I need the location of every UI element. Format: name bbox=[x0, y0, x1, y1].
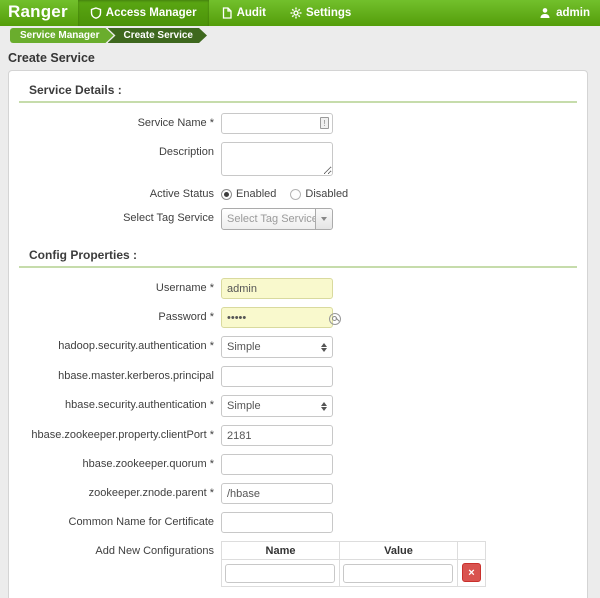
password-row: Password * bbox=[17, 307, 579, 328]
config-value-input[interactable] bbox=[343, 564, 453, 583]
enabled-radio[interactable] bbox=[221, 189, 232, 200]
description-row: Description bbox=[17, 142, 579, 176]
service-name-input[interactable] bbox=[221, 113, 333, 134]
service-name-label: Service Name * bbox=[17, 113, 214, 129]
hbase-auth-select[interactable]: Simple bbox=[221, 395, 333, 417]
autofill-icon[interactable]: ! bbox=[320, 117, 329, 129]
disabled-radio-option[interactable]: Disabled bbox=[290, 188, 348, 200]
service-name-row: Service Name * ! bbox=[17, 113, 579, 134]
disabled-radio[interactable] bbox=[290, 189, 301, 200]
username-row: Username * bbox=[17, 278, 579, 299]
table-header-row: Name Value bbox=[222, 542, 486, 560]
description-textarea[interactable] bbox=[221, 142, 333, 176]
user-icon bbox=[539, 7, 551, 19]
create-service-form: Service Details : Service Name * ! Descr… bbox=[8, 70, 588, 598]
quorum-row: hbase.zookeeper.quorum * bbox=[17, 454, 579, 475]
hadoop-auth-label: hadoop.security.authentication * bbox=[17, 336, 214, 352]
value-column-header: Value bbox=[340, 542, 458, 560]
tag-service-placeholder: Select Tag Service bbox=[222, 213, 315, 225]
znode-parent-row: zookeeper.znode.parent * bbox=[17, 483, 579, 504]
config-properties-heading: Config Properties : bbox=[17, 244, 579, 266]
tag-service-row: Select Tag Service Select Tag Service bbox=[17, 208, 579, 230]
username-label: Username * bbox=[17, 278, 214, 294]
nav-settings[interactable]: Settings bbox=[278, 0, 363, 26]
top-navbar: Ranger Access Manager Audit Settings adm… bbox=[0, 0, 600, 26]
new-configs-table: Name Value × bbox=[221, 541, 486, 587]
section-divider bbox=[19, 101, 577, 103]
quorum-input[interactable] bbox=[221, 454, 333, 475]
hadoop-auth-row: hadoop.security.authentication * Simple bbox=[17, 336, 579, 358]
active-status-row: Active Status Enabled Disabled bbox=[17, 184, 579, 200]
nav-audit[interactable]: Audit bbox=[209, 0, 278, 26]
disabled-label: Disabled bbox=[305, 188, 348, 200]
username-input[interactable] bbox=[221, 278, 333, 299]
client-port-row: hbase.zookeeper.property.clientPort * bbox=[17, 425, 579, 446]
chevron-down-icon[interactable] bbox=[315, 209, 332, 229]
breadcrumb: Service Manager Create Service bbox=[0, 26, 600, 45]
select-stepper-icon bbox=[321, 402, 332, 411]
gear-icon bbox=[290, 7, 302, 19]
user-name: admin bbox=[556, 7, 590, 19]
password-label: Password * bbox=[17, 307, 214, 323]
common-name-label: Common Name for Certificate bbox=[17, 512, 214, 528]
nav-settings-label: Settings bbox=[306, 7, 351, 19]
client-port-input[interactable] bbox=[221, 425, 333, 446]
tag-service-label: Select Tag Service bbox=[17, 208, 214, 224]
znode-parent-label: zookeeper.znode.parent * bbox=[17, 483, 214, 499]
table-row: × bbox=[222, 560, 486, 587]
client-port-label: hbase.zookeeper.property.clientPort * bbox=[17, 425, 214, 441]
add-new-configs-label: Add New Configurations bbox=[17, 541, 214, 557]
nav-menu: Access Manager Audit Settings bbox=[78, 0, 364, 26]
hbase-auth-label: hbase.security.authentication * bbox=[17, 395, 214, 411]
section-divider bbox=[19, 266, 577, 268]
common-name-row: Common Name for Certificate bbox=[17, 512, 579, 533]
ranger-logo[interactable]: Ranger bbox=[0, 0, 78, 26]
service-details-heading: Service Details : bbox=[17, 79, 579, 101]
delete-config-button[interactable]: × bbox=[462, 563, 481, 582]
key-icon[interactable] bbox=[329, 313, 341, 325]
common-name-input[interactable] bbox=[221, 512, 333, 533]
shield-icon bbox=[90, 7, 102, 19]
nav-access-manager[interactable]: Access Manager bbox=[78, 0, 209, 26]
quorum-label: hbase.zookeeper.quorum * bbox=[17, 454, 214, 470]
add-new-configs-row: Add New Configurations Name Value × bbox=[17, 541, 579, 587]
kerberos-principal-input[interactable] bbox=[221, 366, 333, 387]
nav-access-manager-label: Access Manager bbox=[106, 7, 197, 19]
hadoop-auth-value: Simple bbox=[222, 341, 321, 353]
enabled-label: Enabled bbox=[236, 188, 276, 200]
action-column-header bbox=[458, 542, 486, 560]
password-input[interactable] bbox=[221, 307, 333, 328]
znode-parent-input[interactable] bbox=[221, 483, 333, 504]
kerberos-principal-label: hbase.master.kerberos.principal bbox=[17, 366, 214, 382]
nav-audit-label: Audit bbox=[237, 7, 266, 19]
breadcrumb-create-service[interactable]: Create Service bbox=[108, 28, 208, 43]
name-column-header: Name bbox=[222, 542, 340, 560]
user-menu[interactable]: admin bbox=[529, 0, 600, 26]
description-label: Description bbox=[17, 142, 214, 158]
enabled-radio-option[interactable]: Enabled bbox=[221, 188, 276, 200]
tag-service-select[interactable]: Select Tag Service bbox=[221, 208, 333, 230]
page-title: Create Service bbox=[0, 45, 600, 70]
select-stepper-icon bbox=[321, 343, 332, 352]
document-icon bbox=[221, 7, 233, 19]
hadoop-auth-select[interactable]: Simple bbox=[221, 336, 333, 358]
kerberos-principal-row: hbase.master.kerberos.principal bbox=[17, 366, 579, 387]
breadcrumb-service-manager[interactable]: Service Manager bbox=[10, 28, 114, 43]
config-name-input[interactable] bbox=[225, 564, 335, 583]
active-status-label: Active Status bbox=[17, 184, 214, 200]
hbase-auth-row: hbase.security.authentication * Simple bbox=[17, 395, 579, 417]
hbase-auth-value: Simple bbox=[222, 400, 321, 412]
